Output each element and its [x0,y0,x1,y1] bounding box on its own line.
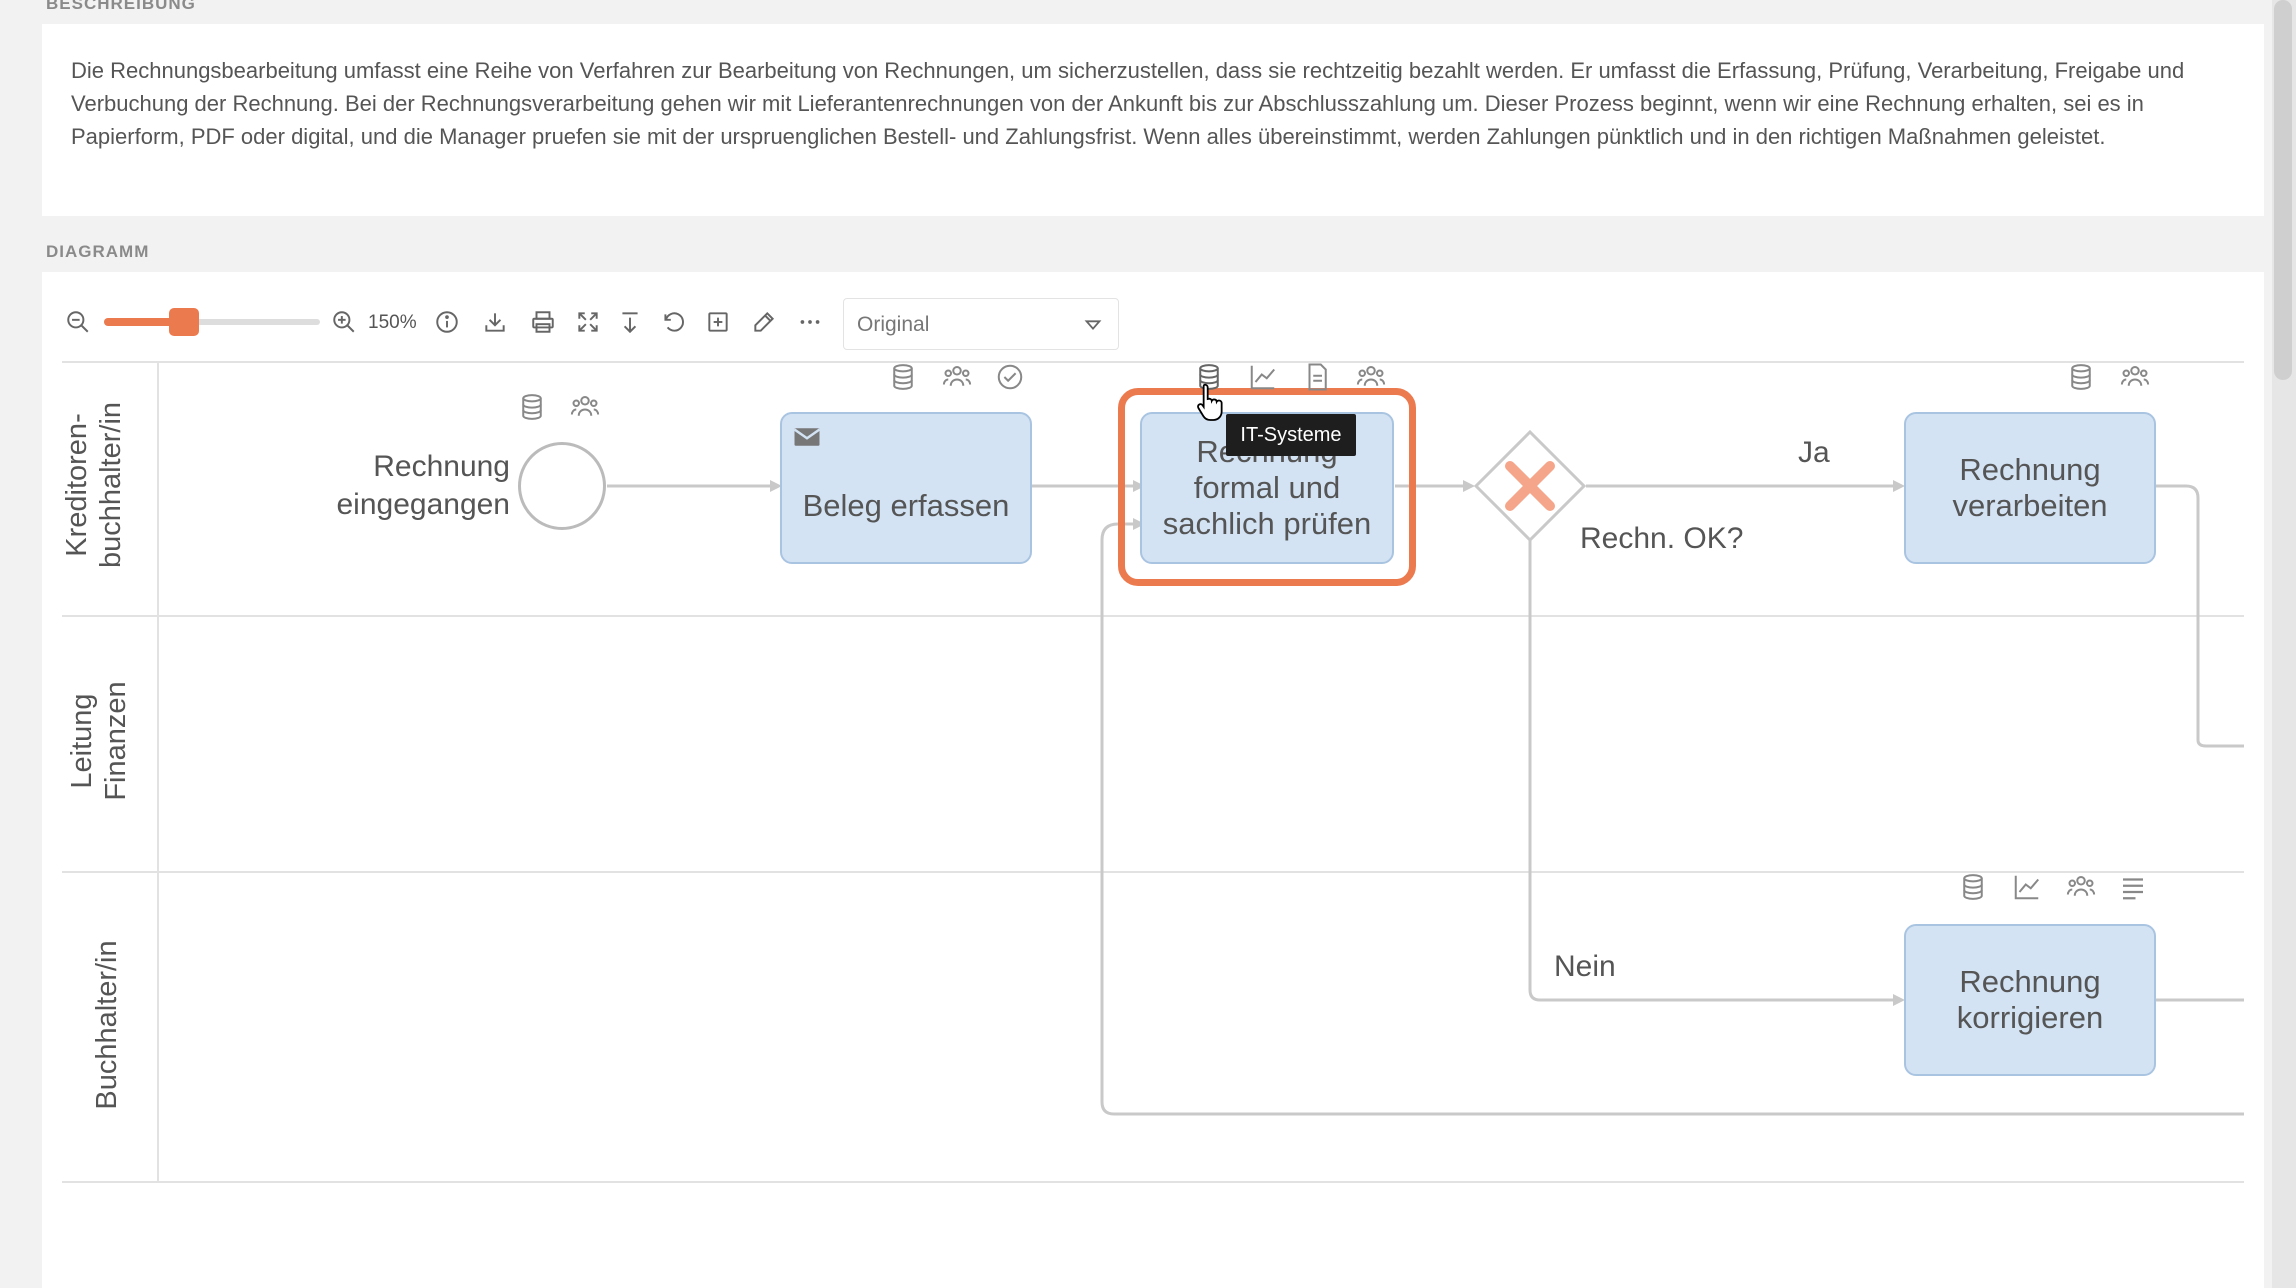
people-icon[interactable] [942,362,972,392]
chart-line-icon[interactable] [1248,362,1278,392]
start-event-label-line1: Rechnung [373,450,510,483]
gateway-no-label: Nein [1554,950,1616,983]
start-event-label: Rechnung eingegangen [300,448,510,524]
tooltip: IT-Systeme [1226,414,1356,456]
task-rechnung-verarbeiten[interactable]: Rechnung verarbeiten [1904,412,2156,564]
task-label-line2: verarbeiten [1952,488,2108,523]
database-icon[interactable] [517,392,547,422]
database-icon[interactable] [2066,362,2096,392]
task-label-line1: Rechnung [1959,452,2101,487]
lane-label-line1: Buchhalter/in [91,940,123,1110]
scrollbar-thumb[interactable] [2274,0,2292,380]
people-icon[interactable] [1356,362,1386,392]
lane-label-leitung-finanzen: Leitung Finanzen [65,641,135,841]
list-icon[interactable] [2118,872,2148,902]
check-circle-icon[interactable] [995,362,1025,392]
database-icon[interactable] [1958,872,1988,902]
task-label: Rechnung verarbeiten [1952,452,2107,524]
lane-label-kreditorenbuchhalter: Kreditoren- buchhalter/in [60,370,130,600]
document-icon[interactable] [1302,362,1332,392]
database-icon[interactable] [888,362,918,392]
people-icon[interactable] [570,392,600,422]
people-icon[interactable] [2066,872,2096,902]
swimlane-grid [62,361,2244,1183]
chart-line-icon[interactable] [2012,872,2042,902]
task-label-line2: korrigieren [1956,1000,2104,1035]
lane-label-line2: buchhalter/in [95,401,127,569]
task-label: Beleg erfassen [802,488,1010,523]
hand-cursor-icon [1196,382,1226,422]
start-event-label-line2: eingegangen [336,488,510,521]
lane-label-line1: Leitung [66,693,98,789]
people-icon[interactable] [2120,362,2150,392]
envelope-icon [792,422,821,448]
gateway-question-label: Rechn. OK? [1580,522,1744,555]
lane-label-line1: Kreditoren- [61,413,93,557]
gateway-yes-label: Ja [1798,436,1830,469]
lane-label-buchhalter: Buchhalter/in [90,915,130,1135]
lane-label-line2: Finanzen [100,681,132,801]
start-event[interactable] [518,442,606,530]
task-rechnung-korrigieren[interactable]: Rechnung korrigieren [1904,924,2156,1076]
task-label: Rechnung korrigieren [1957,964,2103,1036]
task-label-line1: Rechnung [1959,964,2101,999]
